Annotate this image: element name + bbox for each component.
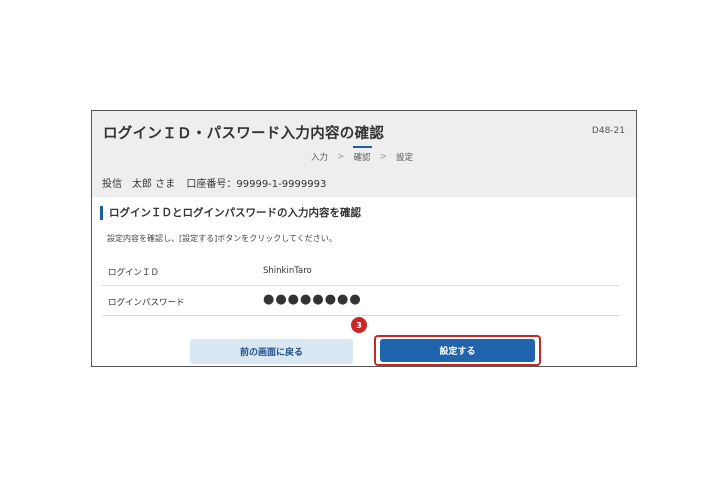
step-indicator: 入力 > 確認 > 設定 [311, 146, 414, 163]
password-value: ●●●●●●●● [263, 292, 362, 307]
step-marker-badge: 3 [351, 317, 367, 333]
account-label: 口座番号： [186, 179, 237, 190]
back-button[interactable]: 前の画面に戻る [190, 339, 353, 364]
login-id-label: ログインＩＤ [108, 268, 160, 278]
submit-button[interactable]: 設定する [380, 339, 535, 362]
screen-id: D48-21 [591, 126, 625, 136]
step-input: 入力 [311, 153, 329, 163]
user-info: 投信 太郎 さま 口座番号：99999-1-9999993 [102, 175, 334, 190]
password-label: ログインパスワード [108, 298, 185, 308]
login-id-value: ShinkinTaro [263, 266, 312, 276]
section-title: ログインＩＤとログインパスワードの入力内容を確認 [100, 206, 361, 220]
chevron-right-icon: > [379, 152, 388, 162]
step-settings: 設定 [396, 153, 414, 163]
submit-highlight: 設定する [374, 335, 541, 366]
confirmation-panel: ログインＩＤ・パスワード入力内容の確認 D48-21 入力 > 確認 > 設定 … [91, 110, 637, 367]
page-title: ログインＩＤ・パスワード入力内容の確認 [103, 126, 385, 142]
account-number: 99999-1-9999993 [236, 179, 327, 190]
login-id-row: ログインＩＤ ShinkinTaro [102, 257, 619, 286]
instruction-text: 設定内容を確認し、[設定する]ボタンをクリックしてください。 [107, 234, 337, 243]
step-confirm: 確認 [352, 146, 372, 163]
password-row: ログインパスワード ●●●●●●●● [102, 287, 619, 316]
user-name: 投信 太郎 さま [102, 179, 176, 190]
header: ログインＩＤ・パスワード入力内容の確認 D48-21 入力 > 確認 > 設定 … [92, 111, 636, 197]
chevron-right-icon: > [337, 152, 345, 162]
